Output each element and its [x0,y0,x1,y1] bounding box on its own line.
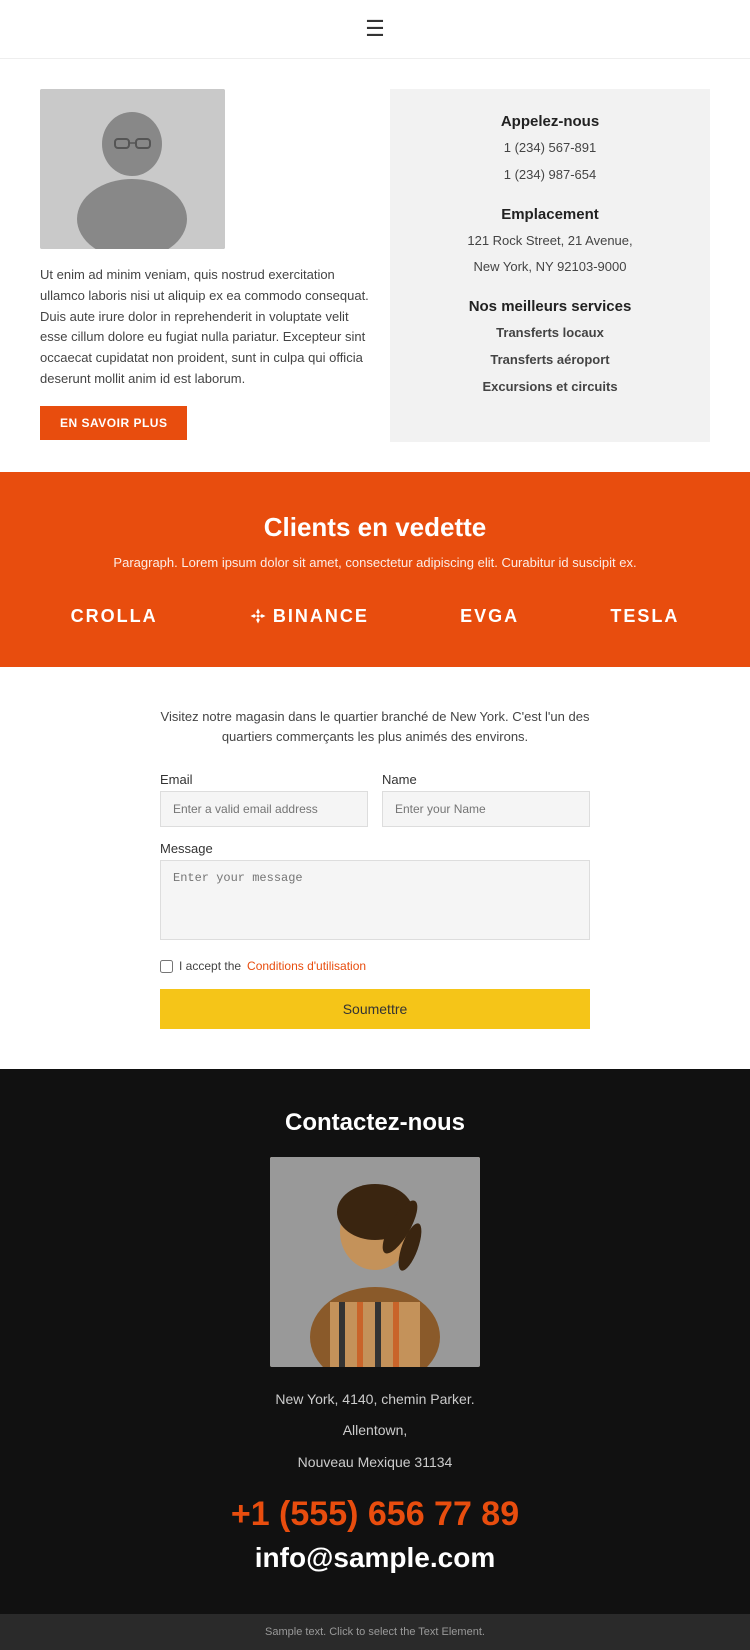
bottom-bar-text: Sample text. Click to select the Text El… [265,1626,485,1638]
logos-row: CROLLA BINANCE EVGA TESLA [30,606,720,627]
contact-image [270,1157,480,1367]
name-label: Name [382,772,590,787]
bio-text: Ut enim ad minim veniam, quis nostrud ex… [40,265,370,390]
form-row-email-name: Email Name [160,772,590,827]
message-label: Message [160,841,590,856]
email-input[interactable] [160,791,368,827]
visit-text: Visitez notre magasin dans le quartier b… [160,707,590,749]
name-input[interactable] [382,791,590,827]
service-3: Excursions et circuits [410,377,690,398]
contact-address-1: New York, 4140, chemin Parker. [30,1387,720,1412]
binance-label: BINANCE [273,606,369,627]
location-block: Emplacement 121 Rock Street, 21 Avenue, … [410,206,690,279]
terms-row: I accept the Conditions d'utilisation [160,959,590,973]
en-savoir-plus-button[interactable]: EN SAVOIR PLUS [40,406,187,440]
terms-checkbox[interactable] [160,960,173,973]
services-title: Nos meilleurs services [410,298,690,315]
nav-bar: ☰ [0,0,750,59]
logo-tesla: TESLA [610,606,679,627]
message-textarea[interactable] [160,860,590,940]
phone-title: Appelez-nous [410,113,690,130]
terms-link[interactable]: Conditions d'utilisation [247,959,366,973]
email-group: Email [160,772,368,827]
contact-address-3: Nouveau Mexique 31134 [30,1450,720,1475]
terms-text: I accept the [179,959,241,973]
contact-email: info@sample.com [30,1542,720,1574]
left-column: Ut enim ad minim veniam, quis nostrud ex… [40,89,370,442]
logo-crolla: CROLLA [71,606,158,627]
contact-phone: +1 (555) 656 77 89 [30,1495,720,1534]
logo-binance: BINANCE [249,606,369,627]
address-line1: 121 Rock Street, 21 Avenue, [410,231,690,252]
email-label: Email [160,772,368,787]
services-block: Nos meilleurs services Transferts locaux… [410,298,690,397]
phone-1: 1 (234) 567-891 [410,138,690,159]
clients-section: Clients en vedette Paragraph. Lorem ipsu… [0,472,750,667]
clients-subtitle: Paragraph. Lorem ipsum dolor sit amet, c… [30,555,720,570]
evga-label: EVGA [460,606,519,626]
logo-evga: EVGA [460,606,519,627]
profile-image [40,89,225,249]
submit-button[interactable]: Soumettre [160,989,590,1029]
name-group: Name [382,772,590,827]
service-1: Transferts locaux [410,323,690,344]
message-group: Message [160,841,590,945]
address-line2: New York, NY 92103-9000 [410,257,690,278]
hamburger-icon[interactable]: ☰ [365,16,385,42]
top-section: Ut enim ad minim veniam, quis nostrud ex… [0,59,750,472]
phone-2: 1 (234) 987-654 [410,165,690,186]
clients-title: Clients en vedette [30,512,720,543]
right-column: Appelez-nous 1 (234) 567-891 1 (234) 987… [390,89,710,442]
contact-address-2: Allentown, [30,1418,720,1443]
bottom-bar: Sample text. Click to select the Text El… [0,1614,750,1650]
form-section: Visitez notre magasin dans le quartier b… [0,667,750,1070]
phone-block: Appelez-nous 1 (234) 567-891 1 (234) 987… [410,113,690,186]
location-title: Emplacement [410,206,690,223]
contact-section: Contactez-nous New York, 4140, chemin Pa… [0,1069,750,1614]
contact-title: Contactez-nous [30,1109,720,1137]
service-2: Transferts aéroport [410,350,690,371]
